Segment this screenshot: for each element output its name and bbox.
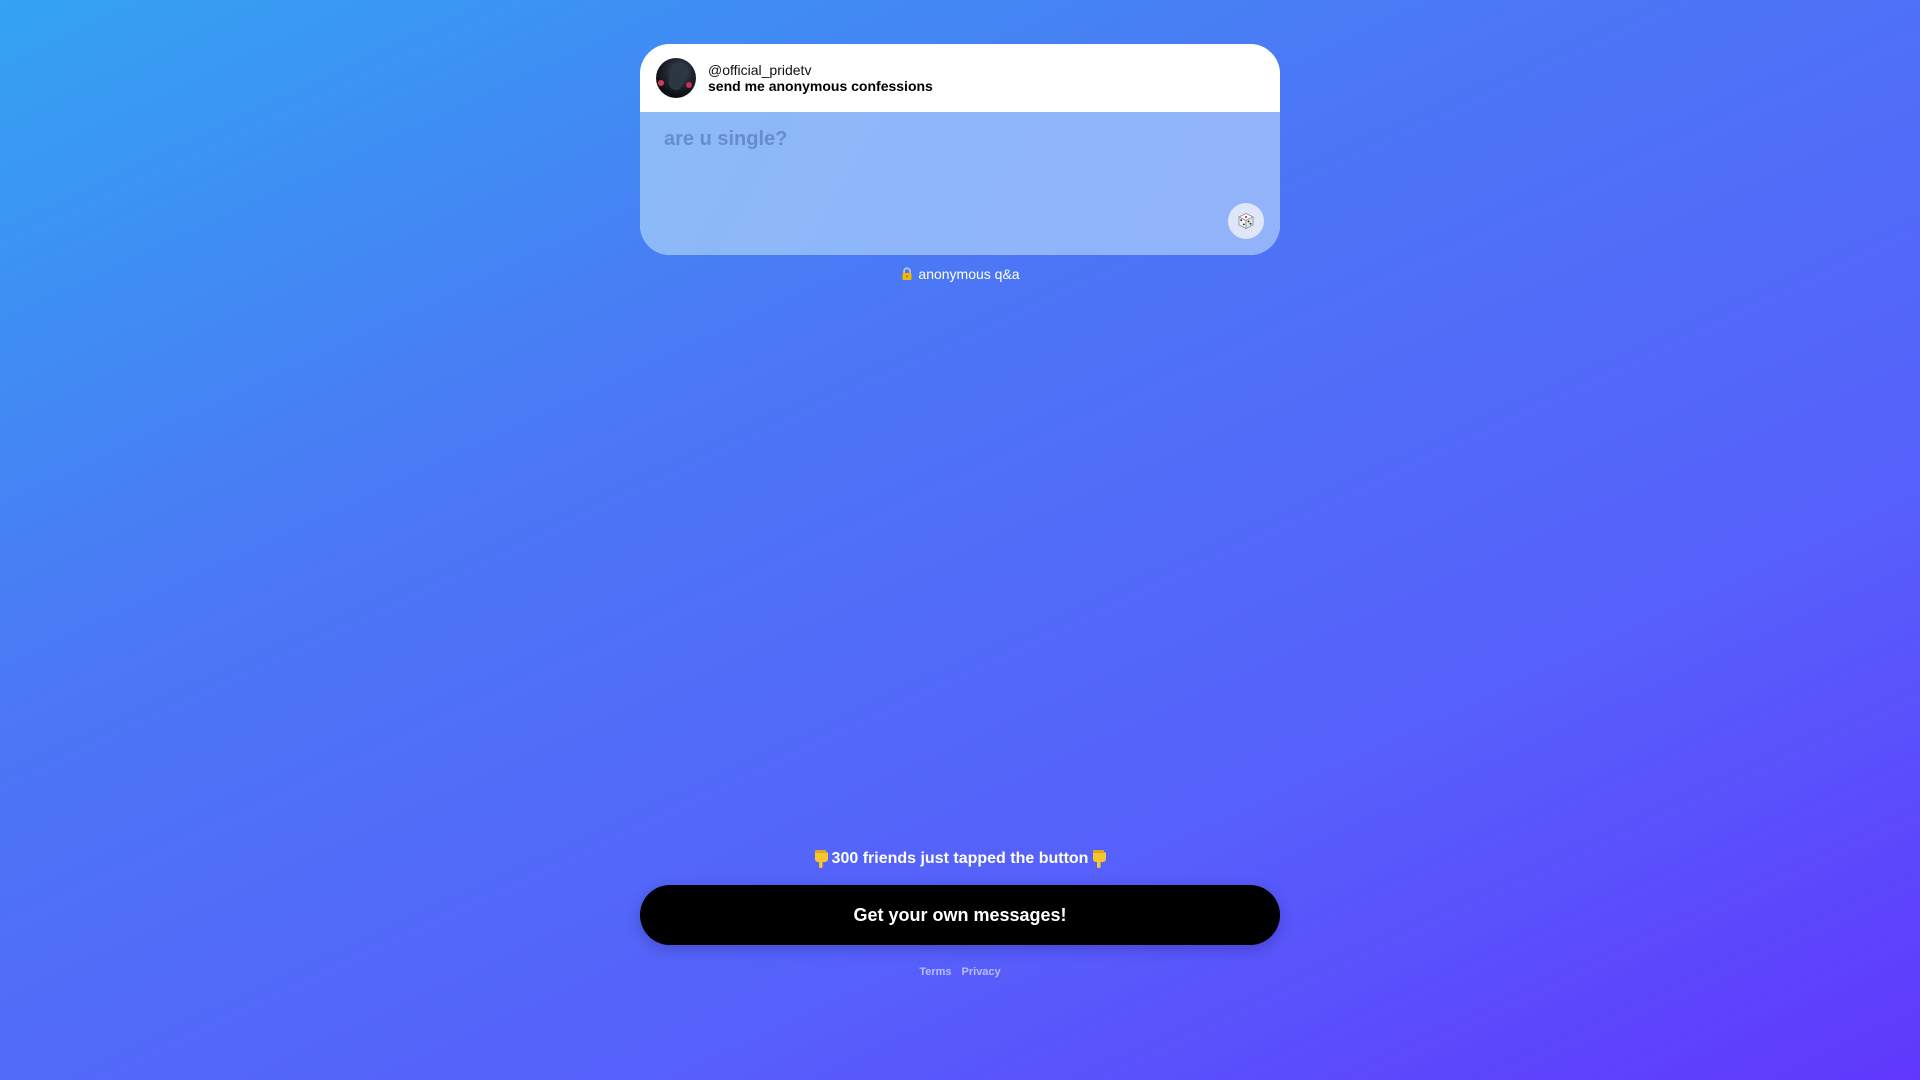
terms-link[interactable]: Terms — [919, 966, 951, 978]
question-area — [640, 112, 1280, 255]
profile-info: @official_pridetv send me anonymous conf… — [708, 62, 933, 94]
get-messages-button[interactable]: Get your own messages! — [640, 885, 1280, 945]
avatar — [656, 58, 696, 98]
cta-hint-text: 300 friends just tapped the button — [831, 850, 1089, 867]
card-header: @official_pridetv send me anonymous conf… — [640, 44, 1280, 112]
footer-links: Terms Privacy — [640, 966, 1280, 978]
privacy-link[interactable]: Privacy — [962, 966, 1001, 978]
anonymous-label-text: anonymous q&a — [918, 266, 1020, 282]
prompt-text: send me anonymous confessions — [708, 78, 933, 94]
dice-icon — [1237, 212, 1255, 230]
pointing-down-hand-icon — [1090, 849, 1108, 869]
username: @official_pridetv — [708, 62, 812, 78]
question-input[interactable] — [640, 112, 1280, 255]
question-card: @official_pridetv send me anonymous conf… — [640, 44, 1280, 255]
lock-icon — [900, 267, 914, 281]
resize-handle[interactable] — [1268, 243, 1276, 255]
anonymous-label: anonymous q&a — [640, 266, 1280, 282]
cta-hint: 300 friends just tapped the button — [640, 849, 1280, 869]
pointing-down-hand-icon — [812, 849, 830, 869]
random-question-button[interactable] — [1228, 203, 1264, 239]
